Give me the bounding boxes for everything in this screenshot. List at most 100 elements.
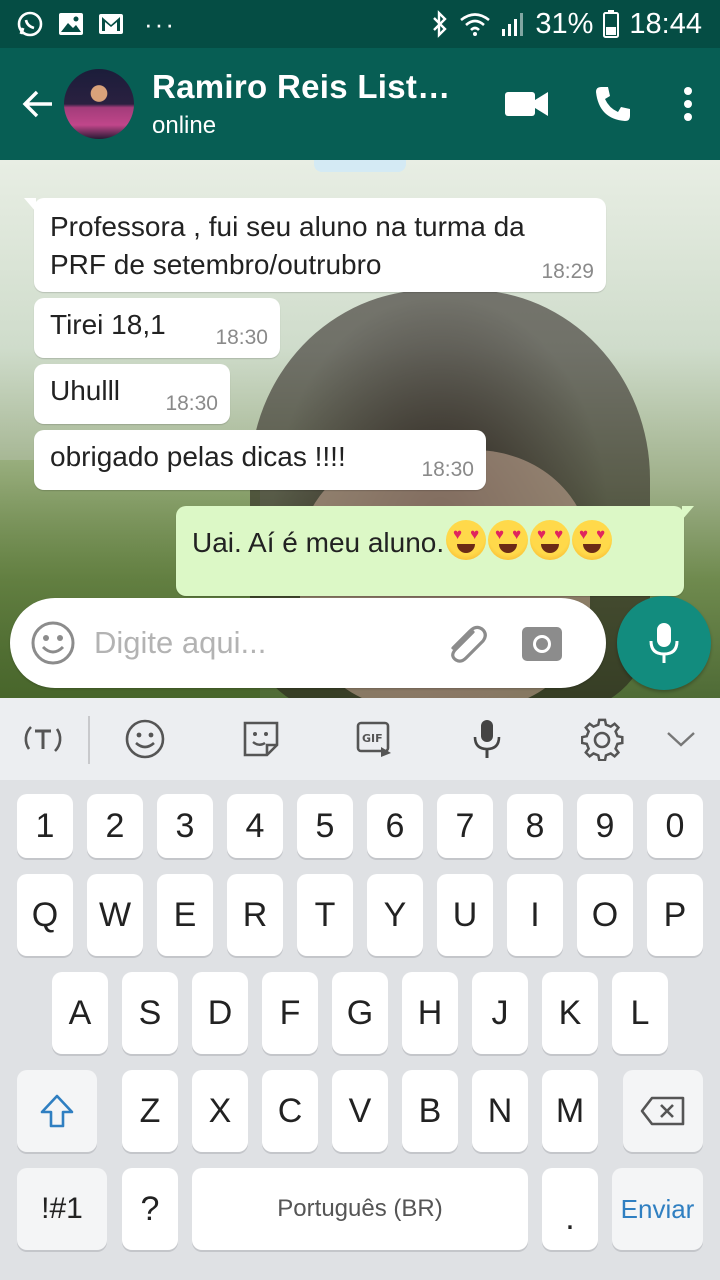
emoji-icon <box>125 719 165 759</box>
overflow-menu-button[interactable] <box>656 64 720 144</box>
key-3[interactable]: 3 <box>157 794 213 858</box>
message-incoming[interactable]: Professora , fui seu aluno na turma da P… <box>24 198 606 292</box>
collapse-keyboard-button[interactable] <box>646 709 716 769</box>
question-key[interactable]: ? <box>122 1168 178 1250</box>
battery-percent: 31% <box>535 7 594 40</box>
backspace-icon <box>640 1096 685 1126</box>
key-x[interactable]: X <box>192 1070 248 1152</box>
arrow-left-icon <box>22 90 52 118</box>
key-k[interactable]: K <box>542 972 598 1054</box>
heart-eyes-emoji <box>444 520 613 560</box>
key-7[interactable]: 7 <box>437 794 493 858</box>
key-e[interactable]: E <box>157 874 213 956</box>
compose-bar <box>10 598 606 688</box>
key-a[interactable]: A <box>52 972 108 1054</box>
key-s[interactable]: S <box>122 972 178 1054</box>
key-2[interactable]: 2 <box>87 794 143 858</box>
key-1[interactable]: 1 <box>17 794 73 858</box>
phone-icon <box>596 87 630 121</box>
contact-name: Ramiro Reis List… <box>152 68 451 105</box>
emoji-button[interactable] <box>28 618 78 668</box>
voice-input-icon <box>473 720 501 758</box>
paperclip-icon <box>451 625 487 663</box>
video-call-button[interactable] <box>484 64 570 144</box>
message-time: 18:30 <box>165 392 218 415</box>
keyboard-settings-button[interactable] <box>568 709 638 769</box>
gif-icon: GIF <box>356 721 391 757</box>
text-mode-button[interactable] <box>8 709 78 769</box>
key-9[interactable]: 9 <box>577 794 633 858</box>
chat-header: Ramiro Reis List… online <box>0 48 720 160</box>
message-incoming[interactable]: obrigado pelas dicas !!!! 18:30 <box>34 430 486 490</box>
key-g[interactable]: G <box>332 972 388 1054</box>
message-outgoing[interactable]: Uai. Aí é meu aluno. <box>176 506 694 596</box>
key-l[interactable]: L <box>612 972 668 1054</box>
message-time: 18:30 <box>421 458 474 481</box>
key-t[interactable]: T <box>297 874 353 956</box>
key-o[interactable]: O <box>577 874 633 956</box>
settings-icon <box>581 718 624 761</box>
text-mode-icon <box>24 726 62 752</box>
key-h[interactable]: H <box>402 972 458 1054</box>
voice-record-button[interactable] <box>617 596 711 690</box>
contact-info[interactable]: Ramiro Reis List… online <box>152 68 451 140</box>
key-j[interactable]: J <box>472 972 528 1054</box>
key-4[interactable]: 4 <box>227 794 283 858</box>
emoji-panel-button[interactable] <box>110 709 180 769</box>
voice-input-button[interactable] <box>452 709 522 769</box>
key-f[interactable]: F <box>262 972 318 1054</box>
message-text: Uai. Aí é meu aluno. <box>192 527 445 558</box>
attach-button[interactable] <box>436 620 496 666</box>
key-p[interactable]: P <box>647 874 703 956</box>
message-incoming[interactable]: Tirei 18,1 18:30 <box>34 298 280 358</box>
key-d[interactable]: D <box>192 972 248 1054</box>
camera-button[interactable] <box>512 623 572 663</box>
signal-icon <box>501 11 525 37</box>
key-u[interactable]: U <box>437 874 493 956</box>
key-r[interactable]: R <box>227 874 283 956</box>
key-8[interactable]: 8 <box>507 794 563 858</box>
shift-key[interactable] <box>17 1070 97 1152</box>
smiley-icon <box>31 621 75 665</box>
key-0[interactable]: 0 <box>647 794 703 858</box>
video-camera-icon <box>505 92 548 116</box>
back-button[interactable] <box>12 86 64 122</box>
period-key[interactable]: . <box>542 1168 598 1250</box>
camera-icon <box>522 627 562 661</box>
backspace-key[interactable] <box>623 1070 703 1152</box>
date-divider <box>314 160 406 172</box>
message-text: obrigado pelas dicas !!!! <box>50 441 346 472</box>
more-vert-icon <box>684 87 692 121</box>
key-n[interactable]: N <box>472 1070 528 1152</box>
gmail-icon <box>98 13 124 35</box>
gif-label: GIF <box>362 732 383 745</box>
message-input[interactable] <box>94 625 424 661</box>
key-6[interactable]: 6 <box>367 794 423 858</box>
voice-call-button[interactable] <box>570 64 656 144</box>
key-c[interactable]: C <box>262 1070 318 1152</box>
key-v[interactable]: V <box>332 1070 388 1152</box>
avatar[interactable] <box>64 69 134 139</box>
key-i[interactable]: I <box>507 874 563 956</box>
sticker-button[interactable] <box>226 709 296 769</box>
message-time: 18:29 <box>541 260 594 283</box>
gif-button[interactable]: GIF <box>340 709 410 769</box>
key-z[interactable]: Z <box>122 1070 178 1152</box>
send-key[interactable]: Enviar <box>612 1168 703 1250</box>
collapse-icon <box>667 732 695 747</box>
key-5[interactable]: 5 <box>297 794 353 858</box>
key-w[interactable]: W <box>87 874 143 956</box>
message-incoming[interactable]: Uhulll 18:30 <box>34 364 230 424</box>
sticker-icon <box>243 721 279 757</box>
battery-icon <box>603 10 620 38</box>
key-m[interactable]: M <box>542 1070 598 1152</box>
wifi-icon <box>459 11 491 37</box>
toolbar-divider <box>88 716 90 764</box>
key-y[interactable]: Y <box>367 874 423 956</box>
symbols-key[interactable]: !#1 <box>17 1168 107 1250</box>
key-q[interactable]: Q <box>17 874 73 956</box>
keyboard-toolbar: GIF <box>0 698 720 780</box>
space-key[interactable]: Português (BR) <box>192 1168 528 1250</box>
key-b[interactable]: B <box>402 1070 458 1152</box>
keyboard: 1 2 3 4 5 6 7 8 9 0 Q W E R T Y U I O P … <box>0 780 720 1280</box>
